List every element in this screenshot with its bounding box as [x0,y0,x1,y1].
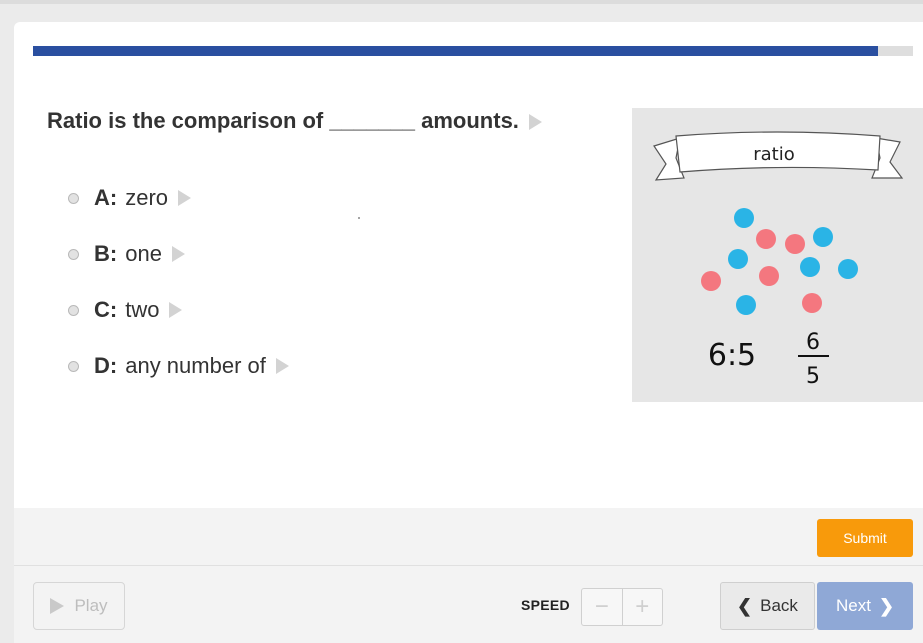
blue-dot [736,295,756,315]
pink-dot [785,234,805,254]
speed-control: − + [581,588,663,626]
play-label: Play [74,596,108,615]
answer-c-speaker-icon[interactable] [169,302,183,318]
stray-dot [358,217,360,219]
answer-letter: B: [94,241,118,266]
footer-divider [14,565,923,566]
next-button[interactable]: Next ❯ [817,582,913,630]
chevron-right-icon: ❯ [878,595,895,616]
answer-letter: A: [94,185,118,210]
answer-text: one [125,241,162,266]
quiz-card: Ratio is the comparison of _______ amoun… [14,22,923,643]
ratio-illustration: ratio 6:5 6 5 [632,108,923,402]
answer-a-speaker-icon[interactable] [178,190,192,206]
answer-option-c[interactable]: C: two [68,282,289,338]
radio-b[interactable] [68,248,79,260]
play-icon [50,598,65,614]
pink-dot [701,271,721,291]
answer-option-a[interactable]: A: zero [68,170,289,226]
answer-letter: C: [94,297,118,322]
top-strip [0,0,923,4]
blue-dot [813,227,833,247]
submit-button[interactable]: Submit [817,519,913,557]
radio-c[interactable] [68,304,79,316]
question: Ratio is the comparison of _______ amoun… [47,108,542,134]
dot-group [701,208,858,315]
blue-dot [800,257,820,277]
pink-dot [802,293,822,313]
ratio-illustration-svg: ratio 6:5 6 5 [653,131,904,389]
answer-list: A: zero B: one C: two D: any number of [68,170,289,394]
next-label: Next [835,596,871,615]
answer-text: two [125,297,160,322]
ratio-text: 6:5 [708,338,756,373]
back-button[interactable]: ❮ Back [720,582,815,630]
progress-fill [33,46,878,56]
progress-bar [33,46,913,56]
speed-increase-button[interactable]: + [621,589,663,625]
pink-dot [759,266,779,286]
answer-text: any number of [125,353,266,378]
blue-dot [728,249,748,269]
footer-area: Submit Play SPEED − + ❮ Back Next ❯ [14,508,923,643]
pink-dot [756,229,776,249]
chevron-left-icon: ❮ [737,595,753,616]
radio-a[interactable] [68,192,79,204]
play-button[interactable]: Play [33,582,125,630]
answer-d-speaker-icon[interactable] [275,358,289,374]
answer-letter: D: [94,353,118,378]
question-speaker-icon[interactable] [528,114,542,131]
speed-decrease-button[interactable]: − [582,589,622,625]
answer-option-d[interactable]: D: any number of [68,338,289,394]
answer-b-speaker-icon[interactable] [171,246,185,262]
speed-label: SPEED [521,597,570,613]
fraction-denominator: 5 [806,364,820,389]
answer-option-b[interactable]: B: one [68,226,289,282]
question-text: Ratio is the comparison of _______ amoun… [47,108,519,133]
back-label: Back [760,596,798,615]
banner-label: ratio [753,144,795,165]
blue-dot [838,259,858,279]
blue-dot [734,208,754,228]
answer-text: zero [125,185,169,210]
fraction-numerator: 6 [806,330,820,355]
radio-d[interactable] [68,360,79,372]
